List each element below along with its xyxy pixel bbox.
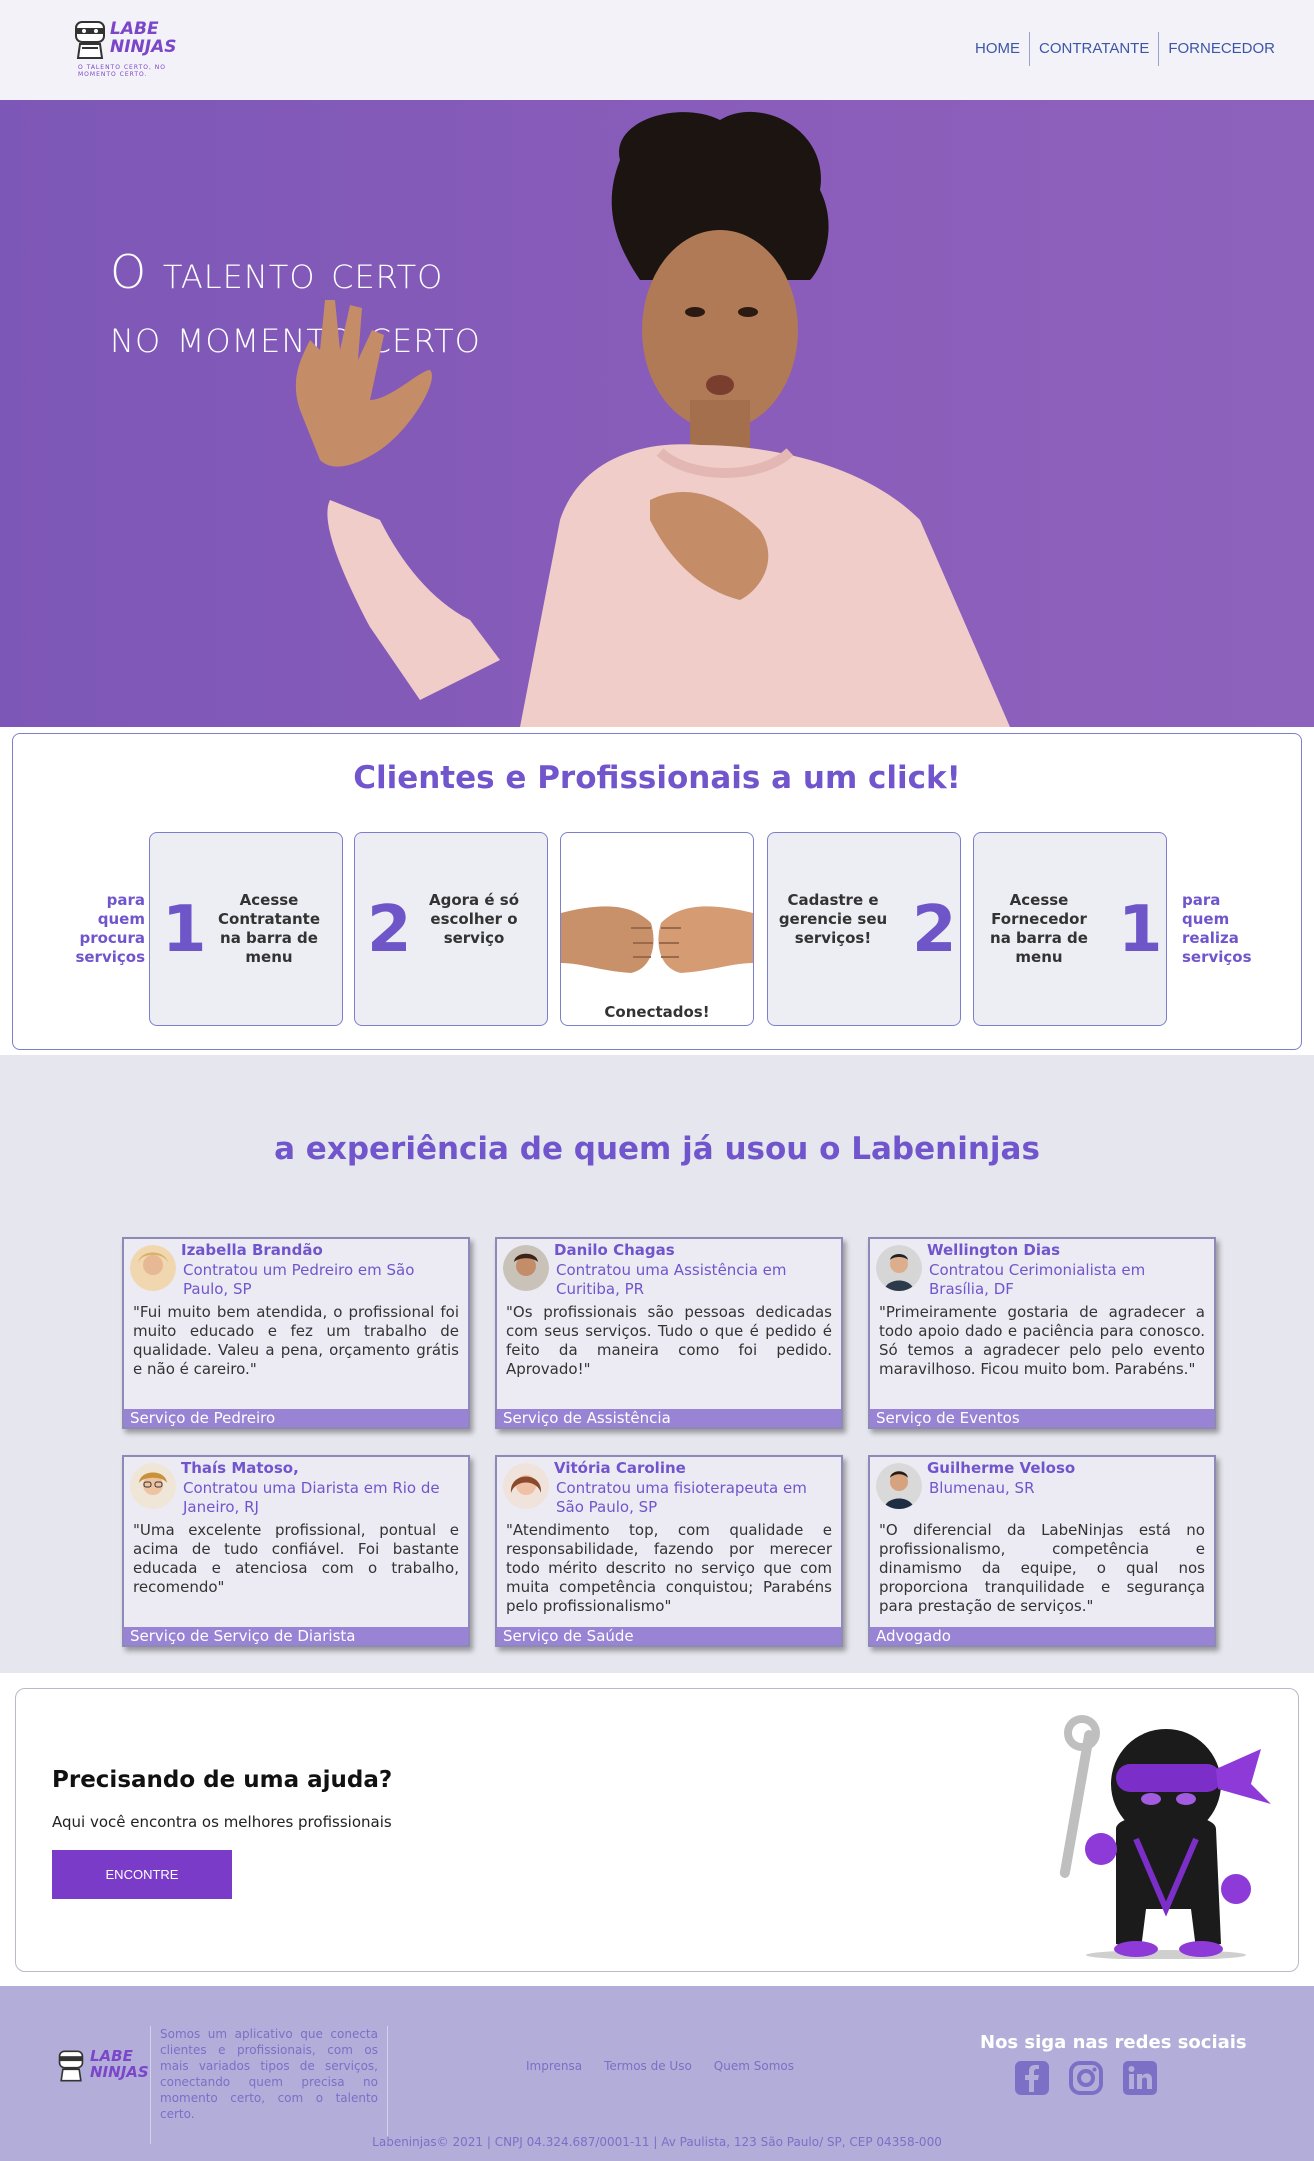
social-title: Nos siga nas redes sociais xyxy=(980,2032,1247,2053)
testimonial-quote: "Uma excelente profissional, pontual e a… xyxy=(133,1521,459,1596)
testimonial-name: Thaís Matoso, xyxy=(181,1459,299,1477)
avatar xyxy=(503,1463,549,1509)
site-logo[interactable]: LABE NINJAS O TALENTO CERTO, NO MOMENTO … xyxy=(70,16,185,82)
step-card-contratante-2: 2 Agora é só escolher o serviço xyxy=(354,832,548,1026)
testimonial-quote: "Primeiramente gostaria de agradecer a t… xyxy=(879,1303,1205,1378)
nav-contratante[interactable]: CONTRATANTE xyxy=(1030,32,1160,66)
step-card-fornecedor-2: Cadastre e gerencie seu serviços! 2 xyxy=(767,832,961,1026)
testimonial-category: Serviço de Serviço de Diarista xyxy=(124,1627,468,1645)
testimonial-category: Serviço de Assistência xyxy=(497,1409,841,1427)
nav-fornecedor[interactable]: FORNECEDOR xyxy=(1159,32,1284,66)
testimonial-name: Izabella Brandão xyxy=(181,1241,323,1259)
testimonial-category: Serviço de Pedreiro xyxy=(124,1409,468,1427)
footer-logo-wordmark: LABE NINJAS xyxy=(90,2047,149,2081)
avatar xyxy=(130,1245,176,1291)
testimonial-card: Vitória Caroline Contratou uma fisiotera… xyxy=(495,1455,843,1647)
footer-link-imprensa[interactable]: Imprensa xyxy=(526,2059,582,2073)
testimonial-card: Guilherme Veloso Blumenau, SR "O diferen… xyxy=(868,1455,1216,1647)
logo-wordmark: LABE NINJAS xyxy=(110,19,177,57)
ninja-logo-icon xyxy=(75,21,105,59)
testimonial-card: Thaís Matoso, Contratou uma Diarista em … xyxy=(122,1455,470,1647)
testimonial-service: Contratou uma Diarista em Rio de Janeiro… xyxy=(183,1479,440,1516)
steps-left-caption: para quem procura serviços xyxy=(75,891,145,966)
testimonial-category: Advogado xyxy=(870,1627,1214,1645)
help-subtitle: Aqui você encontra os melhores profissio… xyxy=(52,1813,392,1831)
testimonials-section: a experiência de quem já usou o Labeninj… xyxy=(0,1055,1314,1673)
instagram-icon[interactable] xyxy=(1068,2060,1104,2096)
step-number: 1 xyxy=(162,893,207,967)
linkedin-icon[interactable] xyxy=(1122,2060,1158,2096)
step-text: Acesse Fornecedor na barra de menu xyxy=(990,891,1088,966)
connected-label: Conectados! xyxy=(604,1003,710,1021)
fist-bump-image xyxy=(561,906,753,973)
step-number: 1 xyxy=(1118,893,1163,967)
testimonial-quote: "O diferencial da LabeNinjas está no pro… xyxy=(879,1521,1205,1615)
help-title: Precisando de uma ajuda? xyxy=(52,1767,393,1793)
steps-right-caption: para quem realiza serviços xyxy=(1182,891,1252,966)
footer-description: Somos um aplicativo que conecta clientes… xyxy=(150,2026,388,2144)
nav-home[interactable]: HOME xyxy=(966,32,1031,66)
step-text: Agora é só escolher o serviço xyxy=(428,891,520,947)
testimonial-service: Contratou um Pedreiro em São Paulo, SP xyxy=(183,1261,415,1298)
step-card-contratante-1: 1 Acesse Contratante na barra de menu xyxy=(149,832,343,1026)
avatar xyxy=(130,1463,176,1509)
step-number: 2 xyxy=(912,893,957,967)
avatar xyxy=(503,1245,549,1291)
step-card-fornecedor-1: Acesse Fornecedor na barra de menu 1 xyxy=(973,832,1167,1026)
site-header: LABE NINJAS O TALENTO CERTO, NO MOMENTO … xyxy=(0,0,1314,100)
testimonial-quote: "Os profissionais são pessoas dedicadas … xyxy=(506,1303,832,1378)
footer-link-quem-somos[interactable]: Quem Somos xyxy=(714,2059,794,2073)
testimonial-service: Contratou Cerimonialista em Brasília, DF xyxy=(929,1261,1146,1298)
ninja-logo-icon xyxy=(58,2050,84,2082)
hero-person-image xyxy=(295,111,1010,727)
step-number: 2 xyxy=(367,893,412,967)
step-text: Cadastre e gerencie seu serviços! xyxy=(778,891,888,947)
testimonial-card: Izabella Brandão Contratou um Pedreiro e… xyxy=(122,1237,470,1429)
testimonial-name: Danilo Chagas xyxy=(554,1241,675,1259)
footer-links: Imprensa Termos de Uso Quem Somos xyxy=(526,2059,794,2073)
avatar xyxy=(876,1245,922,1291)
footer-logo[interactable]: LABE NINJAS xyxy=(56,2047,149,2088)
logo-tagline: O TALENTO CERTO, NO MOMENTO CERTO. xyxy=(78,64,166,78)
how-it-works-section: Clientes e Profissionais a um click! par… xyxy=(12,733,1302,1050)
hero-banner: O talento certo no momento certo xyxy=(0,100,1314,727)
testimonial-name: Wellington Dias xyxy=(927,1241,1061,1259)
help-cta-section: Precisando de uma ajuda? Aqui você encon… xyxy=(15,1688,1299,1972)
testimonial-card: Danilo Chagas Contratou uma Assistência … xyxy=(495,1237,843,1429)
testimonial-service: Blumenau, SR xyxy=(929,1479,1035,1497)
site-footer: LABE NINJAS Somos um aplicativo que cone… xyxy=(0,1986,1314,2161)
footer-copyright: Labeninjas© 2021 | CNPJ 04.324.687/0001-… xyxy=(372,2135,942,2149)
step-card-connected: Conectados! xyxy=(560,832,754,1026)
social-icons xyxy=(1014,2060,1158,2096)
testimonial-quote: "Fui muito bem atendida, o profissional … xyxy=(133,1303,459,1378)
testimonials-title: a experiência de quem já usou o Labeninj… xyxy=(274,1131,1040,1167)
testimonial-quote: "Atendimento top, com qualidade e respon… xyxy=(506,1521,832,1615)
testimonial-category: Serviço de Eventos xyxy=(870,1409,1214,1427)
testimonial-card: Wellington Dias Contratou Cerimonialista… xyxy=(868,1237,1216,1429)
ninja-mascot-image xyxy=(1059,1715,1271,1959)
find-button[interactable]: ENCONTRE xyxy=(52,1850,232,1899)
step-text: Acesse Contratante na barra de menu xyxy=(218,891,320,966)
testimonial-category: Serviço de Saúde xyxy=(497,1627,841,1645)
avatar xyxy=(876,1463,922,1509)
main-nav: HOME CONTRATANTE FORNECEDOR xyxy=(966,32,1284,66)
testimonial-name: Vitória Caroline xyxy=(554,1459,686,1477)
testimonial-service: Contratou uma Assistência em Curitiba, P… xyxy=(556,1261,787,1298)
testimonial-service: Contratou uma fisioterapeuta em São Paul… xyxy=(556,1479,807,1516)
footer-link-termos[interactable]: Termos de Uso xyxy=(604,2059,692,2073)
testimonial-name: Guilherme Veloso xyxy=(927,1459,1076,1477)
steps-title: Clientes e Profissionais a um click! xyxy=(353,760,961,796)
facebook-icon[interactable] xyxy=(1014,2060,1050,2096)
